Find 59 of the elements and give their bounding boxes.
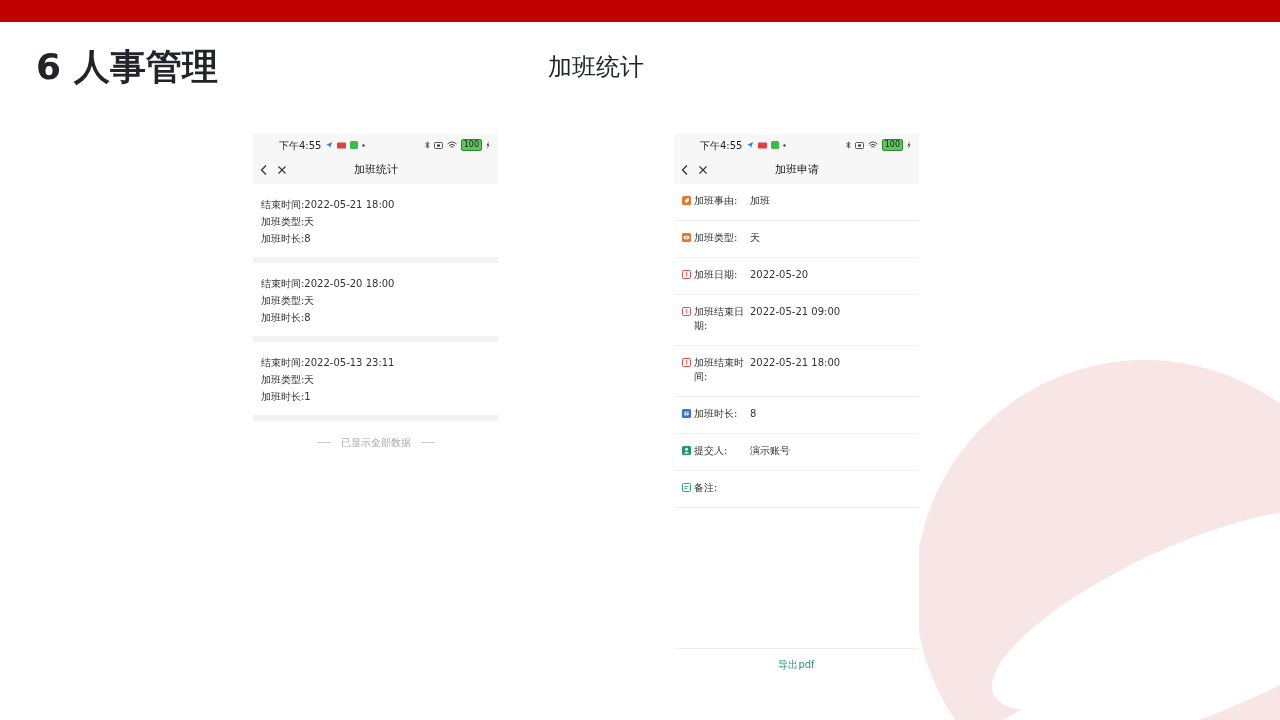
dot-icon <box>783 143 787 147</box>
field-value: 天 <box>750 231 760 245</box>
sim-icon <box>433 141 443 149</box>
record-line: 加班类型:天 <box>261 294 316 308</box>
field-label: 提交人: <box>694 444 729 458</box>
record-line: 加班时长:8 <box>261 232 312 246</box>
notification-icon <box>758 141 768 149</box>
field-label: 加班结束日期: <box>694 305 745 333</box>
notification-icon <box>337 141 347 149</box>
field-value: 演示账号 <box>750 444 790 458</box>
nav-title: 加班申请 <box>774 161 819 178</box>
field-value: 8 <box>750 407 757 421</box>
record-line: 结束时间:2022-05-21 18:00 <box>261 198 396 212</box>
field-label: 加班时长: <box>694 407 739 421</box>
field-label: 加班类型: <box>694 231 739 245</box>
record-line: 加班时长:8 <box>261 311 312 325</box>
back-icon[interactable] <box>259 164 269 176</box>
bluetooth-icon <box>845 141 851 149</box>
field-label: 加班日期: <box>694 268 739 282</box>
status-time: 下午4:55 <box>700 138 743 153</box>
close-icon[interactable] <box>277 165 287 175</box>
record-card[interactable]: 结束时间:2022-05-13 23:11 加班类型:天 加班时长:1 <box>253 342 498 421</box>
record-card[interactable]: 结束时间:2022-05-20 18:00 加班类型:天 加班时长:8 <box>253 263 498 342</box>
dot-icon <box>362 143 366 147</box>
export-pdf-button[interactable]: 导出pdf <box>774 657 819 672</box>
record-line: 加班时长:1 <box>261 390 312 404</box>
wifi-icon <box>867 141 878 149</box>
send-icon <box>746 141 755 149</box>
battery-level: 100 <box>460 139 482 151</box>
back-icon[interactable] <box>680 164 690 176</box>
send-icon <box>325 141 334 149</box>
charging-icon <box>486 141 490 149</box>
divider-line <box>420 442 435 443</box>
field-label: 加班结束时间: <box>694 356 745 384</box>
field-label: 加班事由: <box>694 194 739 208</box>
slide-subtitle: 加班统计 <box>548 52 644 83</box>
nav-title: 加班统计 <box>353 161 398 178</box>
field-value: 2022-05-20 <box>750 268 809 282</box>
bluetooth-icon <box>424 141 430 149</box>
end-note: 已显示全部数据 <box>340 436 411 450</box>
divider-line <box>316 442 331 443</box>
slide-title: 6 人事管理 <box>36 45 219 89</box>
field-value: 加班 <box>750 194 770 208</box>
record-line: 结束时间:2022-05-20 18:00 <box>261 277 396 291</box>
field-value: 2022-05-21 09:00 <box>750 305 841 319</box>
record-card[interactable]: 结束时间:2022-05-21 18:00 加班类型:天 加班时长:8 <box>253 184 498 263</box>
sim-icon <box>854 141 864 149</box>
close-icon[interactable] <box>698 165 708 175</box>
wifi-icon <box>446 141 457 149</box>
record-line: 加班类型:天 <box>261 215 316 229</box>
app-icon <box>771 141 780 149</box>
status-time: 下午4:55 <box>279 138 322 153</box>
battery-level: 100 <box>881 139 903 151</box>
charging-icon <box>907 141 911 149</box>
app-icon <box>350 141 359 149</box>
record-line: 结束时间:2022-05-13 23:11 <box>261 356 396 370</box>
field-label: 备注: <box>694 481 719 495</box>
record-line: 加班类型:天 <box>261 373 316 387</box>
field-value: 2022-05-21 18:00 <box>750 356 841 370</box>
